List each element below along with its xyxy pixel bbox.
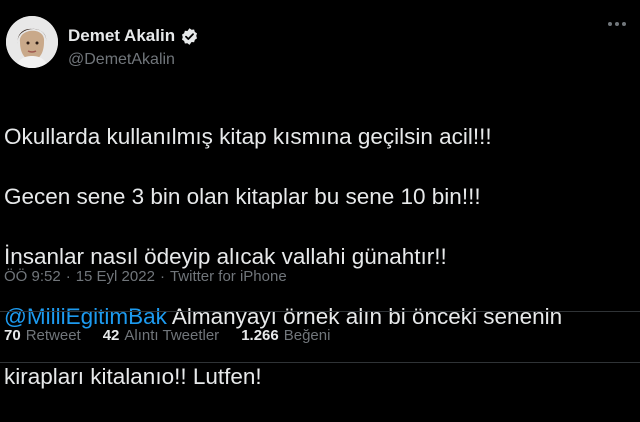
tweet-time[interactable]: ÖÖ 9:52 — [4, 268, 61, 285]
author-handle[interactable]: @DemetAkalin — [68, 51, 175, 69]
retweets-stat[interactable]: 70 Retweet — [4, 327, 81, 344]
display-name[interactable]: Demet Akalin — [68, 26, 175, 46]
more-options-icon[interactable] — [608, 22, 626, 26]
divider — [0, 362, 640, 363]
likes-count: 1.266 — [241, 327, 279, 344]
retweets-count: 70 — [4, 327, 21, 344]
mention-link[interactable]: @MilliEgitimBak — [4, 304, 167, 329]
tweet-source[interactable]: Twitter for iPhone — [170, 268, 287, 285]
quotes-count: 42 — [102, 327, 120, 344]
divider — [0, 311, 640, 312]
tweet-stats: 70 Retweet 42 Alıntı Tweetler 1.266 Beğe… — [4, 327, 330, 344]
author-name-row[interactable]: Demet Akalin — [68, 26, 199, 46]
likes-stat[interactable]: 1.266 Beğeni — [241, 327, 330, 344]
retweets-label: Retweet — [25, 327, 81, 344]
tweet-meta: ÖÖ 9:52 · 15 Eyl 2022 · Twitter for iPho… — [4, 268, 287, 285]
quotes-label: Alıntı Tweetler — [124, 327, 220, 344]
tweet-text: Okullarda kullanılmış kitap kısmına geçi… — [4, 92, 634, 422]
tweet-date[interactable]: 15 Eyl 2022 — [76, 268, 155, 285]
tweet-line-1: Okullarda kullanılmış kitap kısmına geçi… — [4, 124, 492, 149]
quote-tweets-stat[interactable]: 42 Alıntı Tweetler — [103, 327, 219, 344]
tweet-line-5: kirapları kitalanıo!! Lutfen! — [4, 364, 262, 389]
tweet-line-2: Gecen sene 3 bin olan kitaplar bu sene 1… — [4, 184, 481, 209]
avatar[interactable] — [6, 16, 58, 68]
meta-separator: · — [65, 268, 71, 285]
tweet-card: Demet Akalin @DemetAkalin Okullarda kull… — [0, 0, 640, 389]
likes-label: Beğeni — [283, 327, 331, 344]
verified-badge-icon — [180, 27, 199, 46]
tweet-line-4-rest: Almanyayı örnek alın bi önceki senenin — [166, 304, 563, 329]
meta-separator: · — [159, 268, 165, 285]
